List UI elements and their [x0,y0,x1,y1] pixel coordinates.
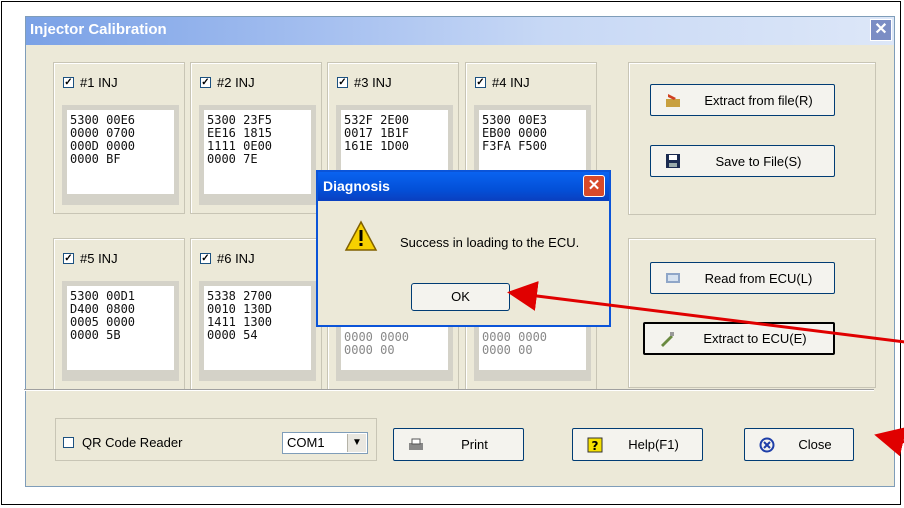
annotation-arrow-ok [507,281,904,344]
annotation-arrow-close [874,427,904,457]
annotation-arrows [507,281,904,457]
